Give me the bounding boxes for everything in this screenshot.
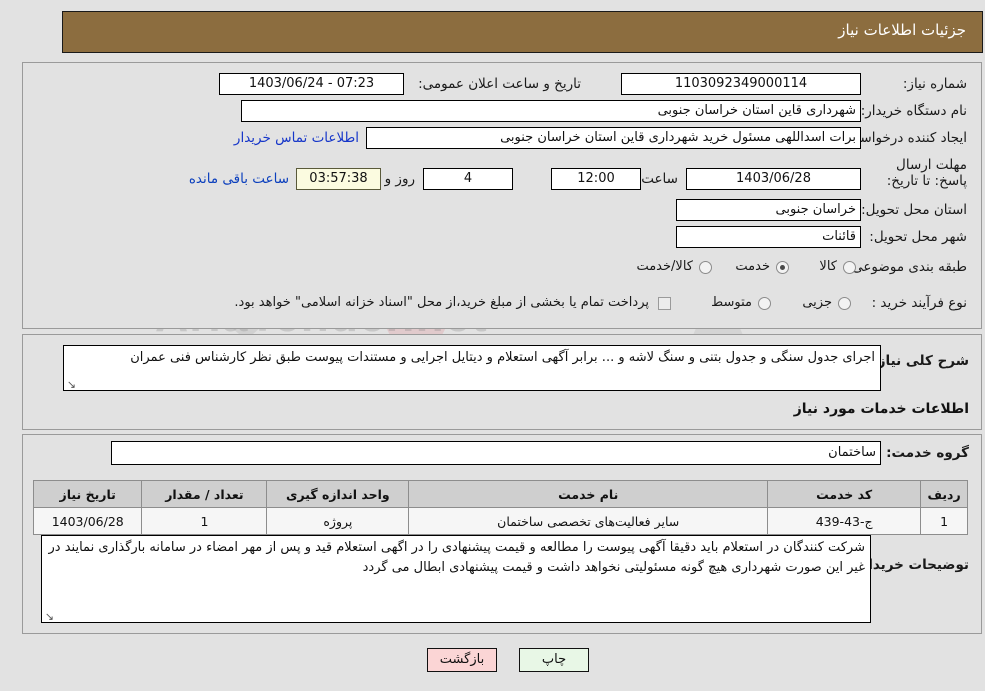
remaining-days-value: 4	[423, 168, 513, 190]
general-description-panel: شرح کلی نیاز: اجرای جدول سنگی و جدول بتن…	[22, 334, 982, 430]
buyer-notes-textarea[interactable]: شرکت کنندگان در استعلام باید دقیقا آگهی …	[41, 535, 871, 623]
radio-process-jozei[interactable]	[838, 297, 851, 310]
col-service-name: نام خدمت	[408, 480, 769, 508]
page-header-bar: جزئیات اطلاعات نیاز	[62, 11, 983, 53]
general-description-text: اجرای جدول سنگی و جدول بتنی و سنگ لاشه و…	[130, 350, 875, 365]
buyer-contact-link[interactable]: اطلاعات تماس خریدار	[234, 130, 359, 146]
radio-category-kala-khedmat-label: کالا/خدمت	[636, 259, 693, 274]
resize-grip-icon-2[interactable]: ↘	[44, 611, 54, 622]
table-row: 1 ج-43-439 سایر فعالیت‌های تخصصی ساختمان…	[32, 507, 968, 535]
col-quantity: تعداد / مقدار	[141, 480, 268, 508]
radio-process-motavaset[interactable]	[758, 297, 771, 310]
buyer-notes-label: توضیحات خریدار:	[855, 557, 969, 573]
deadline-label: مهلت ارسال پاسخ: تا تاریخ:	[886, 157, 967, 189]
col-row-number: ردیف	[920, 480, 968, 508]
process-label: نوع فرآیند خرید :	[871, 295, 967, 311]
radio-category-kala-label: کالا	[819, 259, 837, 274]
need-info-panel: شماره نیاز: 1103092349000114 تاریخ و ساع…	[22, 62, 982, 329]
category-label: طبقه بندی موضوعی:	[847, 259, 967, 275]
service-group-value: ساختمان	[111, 441, 881, 465]
province-label: استان محل تحویل:	[861, 202, 967, 218]
creator-label: ایجاد کننده درخواست:	[842, 130, 967, 146]
radio-category-khedmat[interactable]	[776, 261, 789, 274]
col-service-code: کد خدمت	[767, 480, 922, 508]
general-description-textarea[interactable]: اجرای جدول سنگی و جدول بتنی و سنگ لاشه و…	[63, 345, 881, 391]
radio-category-kala-khedmat[interactable]	[699, 261, 712, 274]
page-root: AriaTender.net جزئیات اطلاعات نیاز شماره…	[0, 0, 985, 691]
buyer-notes-text: شرکت کنندگان در استعلام باید دقیقا آگهی …	[48, 540, 865, 575]
city-label: شهر محل تحویل:	[869, 229, 967, 245]
radio-category-khedmat-label: خدمت	[735, 259, 770, 274]
service-group-label: گروه خدمت:	[886, 445, 969, 461]
checkbox-islamic-treasury[interactable]	[658, 297, 671, 310]
remaining-suffix-label: ساعت باقی مانده	[188, 171, 289, 187]
creator-value: برات اسداللهی مسئول خرید شهرداری قاین اس…	[366, 127, 861, 149]
print-button[interactable]: چاپ	[519, 648, 589, 672]
remaining-days-unit: روز و	[384, 171, 415, 187]
services-panel: گروه خدمت: ساختمان ردیف کد خدمت نام خدمت…	[22, 434, 982, 634]
deadline-hour-label: ساعت	[641, 171, 678, 187]
cell-measure-unit: پروژه	[266, 507, 410, 535]
deadline-date-value: 1403/06/28	[686, 168, 861, 190]
announce-datetime-label: تاریخ و ساعت اعلان عمومی:	[418, 76, 581, 92]
need-number-label: شماره نیاز:	[902, 76, 967, 92]
radio-category-kala[interactable]	[843, 261, 856, 274]
deadline-hour-value: 12:00	[551, 168, 641, 190]
back-button[interactable]: بازگشت	[427, 648, 497, 672]
services-table: ردیف کد خدمت نام خدمت واحد اندازه گیری ت…	[32, 480, 968, 535]
need-number-value: 1103092349000114	[621, 73, 861, 95]
page-title: جزئیات اطلاعات نیاز	[838, 21, 966, 39]
col-measure-unit: واحد اندازه گیری	[266, 480, 410, 508]
cell-service-code: ج-43-439	[767, 507, 922, 535]
remaining-countdown: 03:57:38	[296, 168, 381, 190]
services-table-header-row: ردیف کد خدمت نام خدمت واحد اندازه گیری ت…	[32, 480, 968, 508]
islamic-treasury-note: پرداخت تمام یا بخشی از مبلغ خرید،از محل …	[234, 295, 649, 310]
cell-service-name: سایر فعالیت‌های تخصصی ساختمان	[408, 507, 769, 535]
buyer-org-label: نام دستگاه خریدار:	[860, 103, 967, 119]
city-value: قائنات	[676, 226, 861, 248]
resize-grip-icon[interactable]: ↘	[66, 379, 76, 390]
radio-process-jozei-label: جزیی	[802, 295, 832, 310]
announce-datetime-value: 07:23 - 1403/06/24	[219, 73, 404, 95]
radio-process-motavaset-label: متوسط	[711, 295, 752, 310]
cell-row-number: 1	[920, 507, 968, 535]
services-section-title: اطلاعات خدمات مورد نیاز	[793, 401, 969, 417]
province-value: خراسان جنوبی	[676, 199, 861, 221]
col-need-date: تاریخ نیاز	[32, 480, 143, 508]
cell-quantity: 1	[141, 507, 268, 535]
cell-need-date: 1403/06/28	[32, 507, 143, 535]
general-description-label: شرح کلی نیاز:	[872, 353, 969, 369]
buyer-org-value: شهرداری قاین استان خراسان جنوبی	[241, 100, 861, 122]
